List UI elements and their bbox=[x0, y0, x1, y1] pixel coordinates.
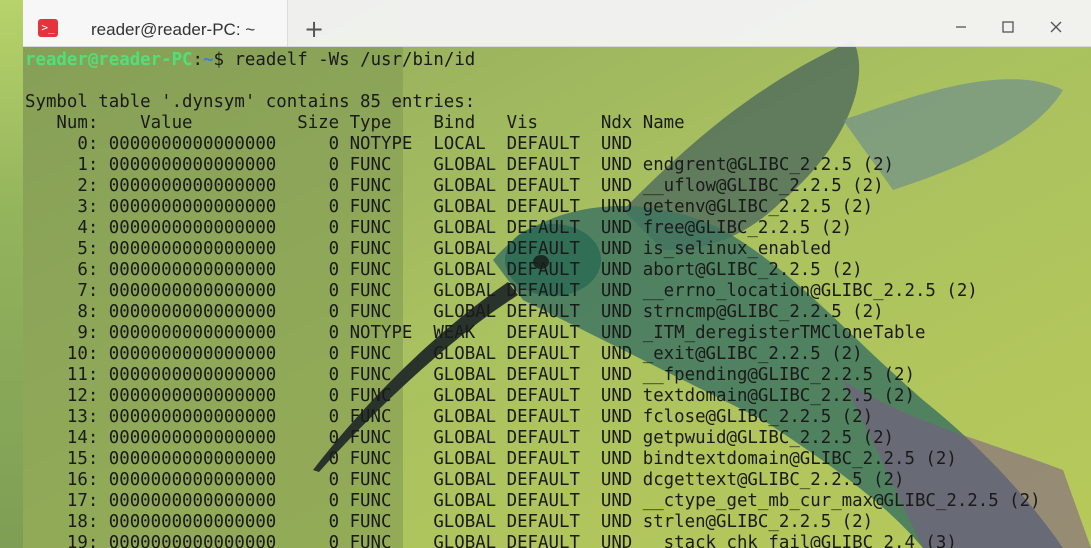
prompt-path: ~ bbox=[203, 50, 214, 70]
symbol-row: 15: 0000000000000000 0 FUNC GLOBAL DEFAU… bbox=[25, 449, 957, 469]
symbol-row: 19: 0000000000000000 0 FUNC GLOBAL DEFAU… bbox=[25, 533, 957, 548]
symbol-row: 1: 0000000000000000 0 FUNC GLOBAL DEFAUL… bbox=[25, 155, 895, 175]
symbol-row: 17: 0000000000000000 0 FUNC GLOBAL DEFAU… bbox=[25, 491, 1041, 511]
symbol-row: 18: 0000000000000000 0 FUNC GLOBAL DEFAU… bbox=[25, 512, 874, 532]
symbol-row: 14: 0000000000000000 0 FUNC GLOBAL DEFAU… bbox=[25, 428, 895, 448]
symbol-table-header: Symbol table '.dynsym' contains 85 entri… bbox=[25, 92, 476, 112]
symbol-row: 11: 0000000000000000 0 FUNC GLOBAL DEFAU… bbox=[25, 365, 915, 385]
symbol-row: 8: 0000000000000000 0 FUNC GLOBAL DEFAUL… bbox=[25, 302, 884, 322]
tab-title: reader@reader-PC: ~ bbox=[91, 20, 256, 39]
terminal-output[interactable]: reader@reader-PC:~$ readelf -Ws /usr/bin… bbox=[23, 46, 1091, 548]
close-icon[interactable] bbox=[1043, 16, 1069, 42]
minimize-icon[interactable] bbox=[948, 16, 974, 42]
symbol-row: 16: 0000000000000000 0 FUNC GLOBAL DEFAU… bbox=[25, 470, 905, 490]
command-text: readelf -Ws /usr/bin/id bbox=[223, 50, 476, 70]
new-tab-button[interactable]: + bbox=[301, 16, 327, 42]
terminal-tab[interactable]: >_ reader@reader-PC: ~ bbox=[23, 0, 288, 46]
symbol-row: 2: 0000000000000000 0 FUNC GLOBAL DEFAUL… bbox=[25, 176, 884, 196]
symbol-row: 13: 0000000000000000 0 FUNC GLOBAL DEFAU… bbox=[25, 407, 874, 427]
terminal-window: >_ reader@reader-PC: ~ + reader@reader-P… bbox=[23, 0, 1091, 548]
symbol-row: 7: 0000000000000000 0 FUNC GLOBAL DEFAUL… bbox=[25, 281, 978, 301]
symbol-row: 3: 0000000000000000 0 FUNC GLOBAL DEFAUL… bbox=[25, 197, 874, 217]
symbol-row: 4: 0000000000000000 0 FUNC GLOBAL DEFAUL… bbox=[25, 218, 853, 238]
prompt-line: reader@reader-PC:~$ readelf -Ws /usr/bin… bbox=[25, 50, 475, 71]
symbol-row: 6: 0000000000000000 0 FUNC GLOBAL DEFAUL… bbox=[25, 260, 863, 280]
title-bar: >_ reader@reader-PC: ~ + bbox=[23, 0, 1091, 47]
symbol-row: 10: 0000000000000000 0 FUNC GLOBAL DEFAU… bbox=[25, 344, 863, 364]
column-headers: Num: Value Size Type Bind Vis Ndx Name bbox=[25, 113, 685, 133]
symbol-row: 0: 0000000000000000 0 NOTYPE LOCAL DEFAU… bbox=[25, 134, 633, 154]
prompt-symbol: $ bbox=[213, 50, 224, 70]
prompt-user-host: reader@reader-PC bbox=[25, 50, 193, 70]
maximize-icon[interactable] bbox=[995, 16, 1021, 42]
symbol-row: 5: 0000000000000000 0 FUNC GLOBAL DEFAUL… bbox=[25, 239, 832, 259]
prompt-separator: : bbox=[192, 50, 204, 70]
symbol-row: 9: 0000000000000000 0 NOTYPE WEAK DEFAUL… bbox=[25, 323, 926, 343]
symbol-row: 12: 0000000000000000 0 FUNC GLOBAL DEFAU… bbox=[25, 386, 915, 406]
terminal-icon: >_ bbox=[38, 19, 58, 37]
